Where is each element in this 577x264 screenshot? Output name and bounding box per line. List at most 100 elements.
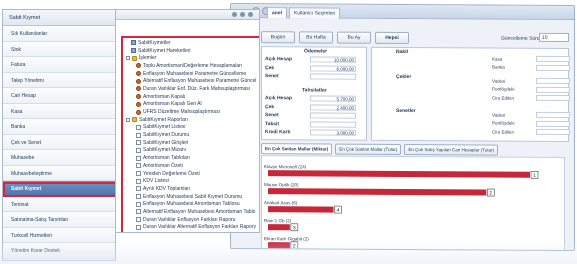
summary-field[interactable] [536, 120, 570, 127]
notes-title: Senetler [396, 107, 416, 115]
amount-label: Çek [265, 64, 275, 71]
bar-category-label: Mouse Optik (20) [264, 182, 299, 187]
summary-label: Ciro Edilen [492, 129, 515, 135]
rank-label: 4 [337, 208, 340, 214]
module-sidebar: Sabit Kıymet Sık Kullanılanlar Stok Fatura… [2, 9, 116, 261]
amount-field[interactable]: 5.700,00 [310, 95, 356, 102]
sidebar-item[interactable]: Muhasebe [3, 150, 115, 166]
sidebar-item[interactable]: Sabit Kıymet [3, 181, 115, 197]
summary-field[interactable] [536, 86, 570, 93]
summary-label: Portföydeki [492, 120, 515, 126]
amount-row: Senet [262, 72, 366, 81]
dashboard-tab[interactable]: anel [267, 7, 288, 19]
summary-row: Vadesi [492, 111, 570, 119]
amount-field[interactable]: 3.000,00 [310, 129, 356, 136]
panel-dot-icon [232, 12, 237, 17]
amount-row: Açık Hesap 10.000,00 [262, 55, 366, 64]
bar[interactable] [268, 170, 530, 178]
sidebar-item[interactable]: Kasa [3, 103, 115, 119]
dashboard-tab[interactable]: Kullanıcı Seçimleri [289, 7, 341, 19]
period-toolbar: Bugün Bu Hafta Bu Ay Hepsi [261, 31, 409, 45]
chart-tab-button[interactable]: En Çok Satış Yapılan Cari Hesaplar (Tuta… [404, 144, 499, 156]
amount-label: Çek [265, 103, 275, 110]
bar[interactable] [268, 224, 290, 231]
payments-title: Ödemeler [304, 48, 328, 55]
sidebar-item[interactable]: Muhasebeleştirme [3, 165, 115, 181]
amount-row: Çek 6.000,00 [262, 64, 366, 73]
amount-field[interactable]: 2.400,00 [310, 103, 356, 111]
amount-row: Kredi Kartı 3.000,00 [262, 128, 366, 137]
bar[interactable] [268, 206, 334, 213]
sidebar-item[interactable]: Fatura [3, 57, 115, 73]
amount-label: Kredi Kartı [265, 129, 291, 136]
amount-field[interactable] [310, 120, 356, 128]
summary-label: Vadesi [492, 112, 506, 118]
sidebar-item[interactable]: Çek ve Senet [3, 134, 115, 150]
rank-label: 2 [489, 191, 492, 197]
sidebar-item[interactable]: Teminat [3, 196, 115, 212]
chart-tab-button[interactable]: En Çok Satılan Mallar (Tutar) [335, 143, 402, 155]
summary-label: Banka [492, 64, 505, 70]
period-button[interactable]: Bu Hafta [299, 31, 333, 44]
sidebar-item[interactable]: Sık Kullanılanlar [3, 26, 115, 42]
summary-row: Ciro Edilen [492, 128, 570, 136]
summary-row: Ciro Edilen [492, 94, 570, 102]
reflection-fade [0, 240, 577, 264]
amount-row: Senet [262, 111, 366, 120]
tree-highlight-frame [121, 36, 259, 232]
sidebar-item[interactable]: Stok [3, 41, 115, 57]
rank-label: 3 [293, 225, 296, 231]
amount-field[interactable]: 6.000,00 [310, 64, 356, 72]
sidebar-items: Sık Kullanılanlar Stok Fatura Talep Yönetim… [3, 26, 115, 259]
amount-row: Açık Hesap 5.700,00 [262, 94, 366, 103]
refresh-period-input[interactable]: 10 [539, 32, 569, 43]
bar-category-label: Anakart Asus (6) [264, 200, 298, 205]
sidebar-item[interactable]: Cari Hesap [3, 88, 115, 104]
chart-selector: En Çok Satılan Mallar (Miktar) En Çok Sat… [261, 143, 499, 156]
summary-label: Portföydeki [492, 86, 515, 92]
panel-dot-icon [248, 12, 253, 17]
amount-label: Taksit [265, 120, 280, 127]
checks-title: Çekler [396, 73, 412, 81]
amount-row: Çek 2.400,00 [262, 103, 366, 112]
summary-row: Vadesi [492, 77, 570, 85]
tree-topbar [114, 10, 259, 20]
menu-tree-panel: SabitKıymetler SabitKıymet Hareketleri İşl… [113, 9, 260, 233]
summary-label: Vadesi [492, 78, 506, 84]
period-button[interactable]: Hepsi [375, 31, 409, 45]
summary-field[interactable] [536, 55, 570, 63]
sidebar-header: Sabit Kıymet [3, 10, 115, 26]
sidebar-item[interactable]: Talep Yönetimi [3, 72, 115, 88]
summary-field[interactable] [536, 77, 570, 85]
collections-title: Tahsilatlar [302, 87, 327, 94]
sidebar-item[interactable]: Satınalma-Satış Tanımları [3, 212, 115, 228]
sidebar-item[interactable]: Banka [3, 119, 115, 135]
amount-field[interactable] [310, 73, 356, 80]
dashboard-window: anel Kullanıcı Seçimleri Bugün Bu Hafta Bu … [230, 2, 575, 252]
summary-row: Kasa [492, 55, 570, 63]
bar[interactable] [268, 188, 487, 196]
amount-field[interactable] [310, 112, 356, 119]
summary-field[interactable] [536, 94, 570, 102]
summary-field[interactable] [536, 128, 570, 136]
amount-label: Senet [265, 112, 279, 119]
chart-tab-button[interactable]: En Çok Satılan Mallar (Miktar) [261, 143, 333, 155]
period-button[interactable]: Bu Ay [337, 31, 371, 44]
rank-label: 1 [533, 173, 536, 179]
summary-panel: Nakit Çekler Senetler Kasa Banka Vadesi Por… [371, 46, 570, 143]
bar-category-label: Klavye Microsoft (24) [264, 164, 307, 169]
summary-field[interactable] [536, 64, 570, 71]
top-products-chart: Klavye Microsoft (24) 1 Mouse Optik (20) 2 A… [261, 155, 565, 251]
amount-label: Senet [265, 73, 279, 80]
amount-label: Açık Hesap [265, 56, 292, 63]
period-button[interactable]: Bugün [261, 31, 295, 44]
panel-dot-icon [240, 12, 245, 17]
bar-category-label: Ram 1 Gb (2) [264, 218, 292, 223]
summary-field[interactable] [536, 111, 570, 119]
summary-row: Portföydeki [492, 119, 570, 127]
payments-panel: Ödemeler Açık Hesap 10.000,00 Çek 6.000,00 S… [261, 46, 367, 141]
dashboard-tabs: anel Kullanıcı Seçimleri [267, 7, 341, 19]
amount-field[interactable]: 10.000,00 [310, 56, 356, 63]
cash-title: Nakit [396, 48, 409, 56]
dashboard-titlebar: anel Kullanıcı Seçimleri [231, 3, 574, 21]
